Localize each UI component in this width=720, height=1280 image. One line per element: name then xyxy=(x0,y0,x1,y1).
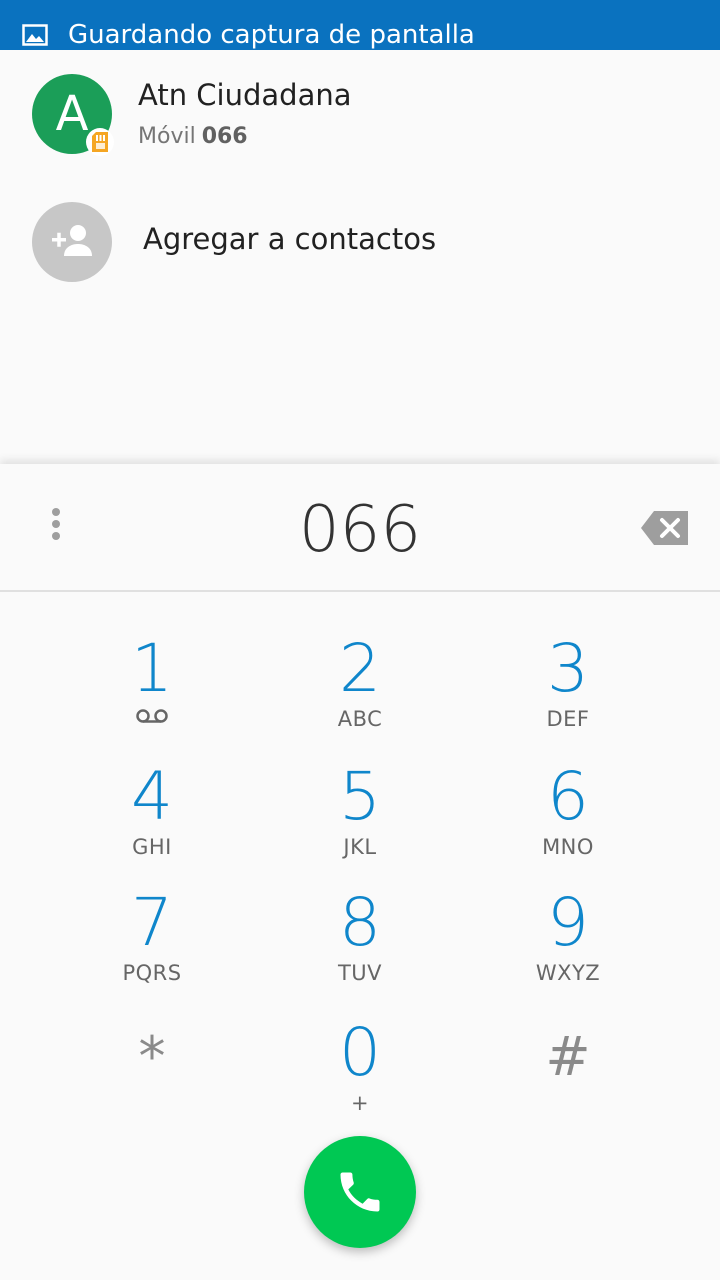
key-digit: * xyxy=(138,1025,166,1088)
add-to-contacts-row[interactable]: Agregar a contactos xyxy=(0,178,720,306)
add-to-contacts-label: Agregar a contactos xyxy=(143,222,437,256)
key-digit: 8 xyxy=(339,884,381,961)
screenshot-image-icon xyxy=(22,24,48,46)
dialpad: 066 1 2 ABC 3 DEF 4 GHI 5 JKL 6 MNO 7 PQ… xyxy=(0,464,720,1280)
key-letters: WXYZ xyxy=(535,961,601,985)
call-button[interactable] xyxy=(304,1136,416,1248)
key-letters: GHI xyxy=(132,835,172,859)
status-text: Guardando captura de pantalla xyxy=(68,20,475,50)
add-person-icon xyxy=(32,202,112,282)
key-5[interactable]: 5 JKL xyxy=(260,760,460,884)
phone-icon xyxy=(340,1172,380,1212)
key-3[interactable]: 3 DEF xyxy=(468,632,668,756)
key-6[interactable]: 6 MNO xyxy=(468,760,668,884)
voicemail-icon xyxy=(136,709,168,723)
key-letters: ABC xyxy=(337,707,383,731)
key-9[interactable]: 9 WXYZ xyxy=(468,886,668,1010)
phone-number: 066 xyxy=(201,124,248,149)
key-digit: 6 xyxy=(547,758,589,835)
overflow-menu-icon[interactable] xyxy=(40,508,72,548)
key-letters: MNO xyxy=(542,835,594,859)
contact-suggestions: A Atn Ciudadana Móvil 066 Agregar a conta xyxy=(0,50,720,462)
key-digit: 3 xyxy=(547,630,589,707)
contact-name: Atn Ciudadana xyxy=(138,78,352,112)
backspace-icon[interactable] xyxy=(640,510,690,546)
sim-card-icon xyxy=(86,128,114,156)
key-digit: 2 xyxy=(339,630,381,707)
digits-bar: 066 xyxy=(0,464,720,592)
key-8[interactable]: 8 TUV xyxy=(260,886,460,1010)
key-star[interactable]: * xyxy=(52,1020,252,1144)
status-bar: Guardando captura de pantalla xyxy=(0,0,720,50)
key-digit: # xyxy=(545,1025,591,1088)
key-hash[interactable]: # xyxy=(468,1020,668,1144)
contact-suggestion-row[interactable]: A Atn Ciudadana Móvil 066 xyxy=(0,50,720,178)
key-digit: 1 xyxy=(131,630,173,707)
key-1[interactable]: 1 xyxy=(52,632,252,756)
key-letters: JKL xyxy=(343,835,377,859)
key-letters: DEF xyxy=(546,707,590,731)
key-digit: 0 xyxy=(339,1014,381,1091)
key-4[interactable]: 4 GHI xyxy=(52,760,252,884)
key-digit: 7 xyxy=(131,884,173,961)
key-digit: 5 xyxy=(339,758,381,835)
key-digit: 9 xyxy=(547,884,589,961)
phone-type-label: Móvil xyxy=(138,124,196,149)
contact-phone-line: Móvil 066 xyxy=(138,124,248,149)
key-letters: + xyxy=(350,1091,370,1115)
key-digit: 4 xyxy=(131,758,173,835)
key-7[interactable]: 7 PQRS xyxy=(52,886,252,1010)
key-2[interactable]: 2 ABC xyxy=(260,632,460,756)
entered-digits[interactable]: 066 xyxy=(160,490,560,570)
key-letters: TUV xyxy=(337,961,383,985)
key-0[interactable]: 0 + xyxy=(260,1016,460,1140)
key-letters: PQRS xyxy=(122,961,182,985)
